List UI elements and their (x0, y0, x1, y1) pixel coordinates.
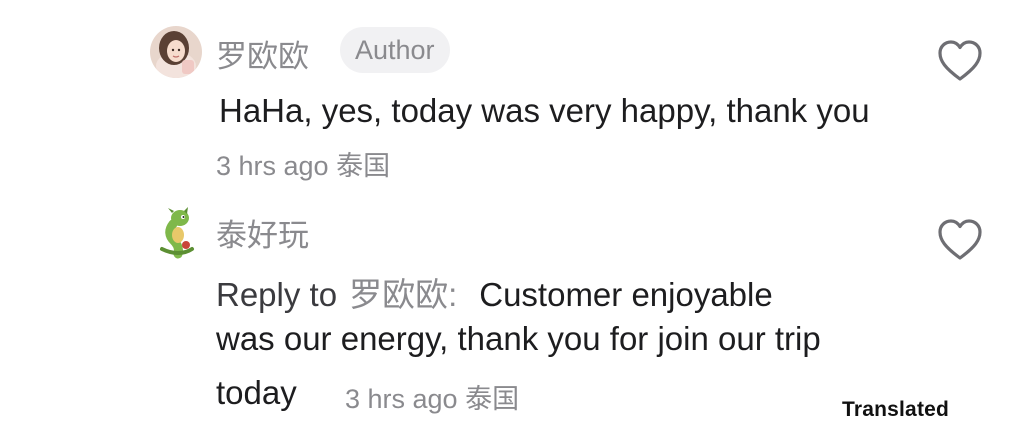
comment-location: 泰国 (465, 384, 520, 414)
reply-colon: : (448, 276, 458, 313)
reply-line: Reply to 罗欧欧: Customer enjoyable (216, 268, 773, 316)
comment-meta: 3 hrs ago 泰国 (216, 144, 390, 183)
comment-username[interactable]: 罗欧欧 (216, 31, 309, 76)
comment-location: 泰国 (336, 151, 391, 181)
comment-time: 3 hrs ago (345, 384, 458, 414)
reply-target-username[interactable]: 罗欧欧 (349, 276, 448, 313)
comment-text-line: was our energy, thank you for join our t… (216, 320, 821, 357)
comment-item: 罗欧欧 Author HaHa, yes, today was very hap… (0, 0, 1024, 190)
comment-meta: 3 hrs ago 泰国 (345, 377, 519, 416)
translated-label: Translated (842, 398, 950, 421)
comment-text: HaHa, yes, today was very happy, thank y… (219, 92, 870, 129)
avatar[interactable] (156, 207, 196, 259)
heart-outline-icon (938, 219, 982, 260)
author-badge: Author (340, 27, 450, 73)
like-button[interactable] (935, 217, 985, 263)
comment-username[interactable]: 泰好玩 (216, 210, 309, 255)
like-button[interactable] (935, 38, 985, 84)
comment-text-part: Customer enjoyable (479, 276, 773, 313)
heart-outline-icon (938, 40, 982, 81)
comment-text-line: today (216, 374, 297, 411)
avatar[interactable] (150, 26, 202, 78)
comment-time: 3 hrs ago (216, 151, 329, 181)
green-dragon-icon (160, 207, 194, 259)
reply-prefix: Reply to (216, 276, 338, 313)
